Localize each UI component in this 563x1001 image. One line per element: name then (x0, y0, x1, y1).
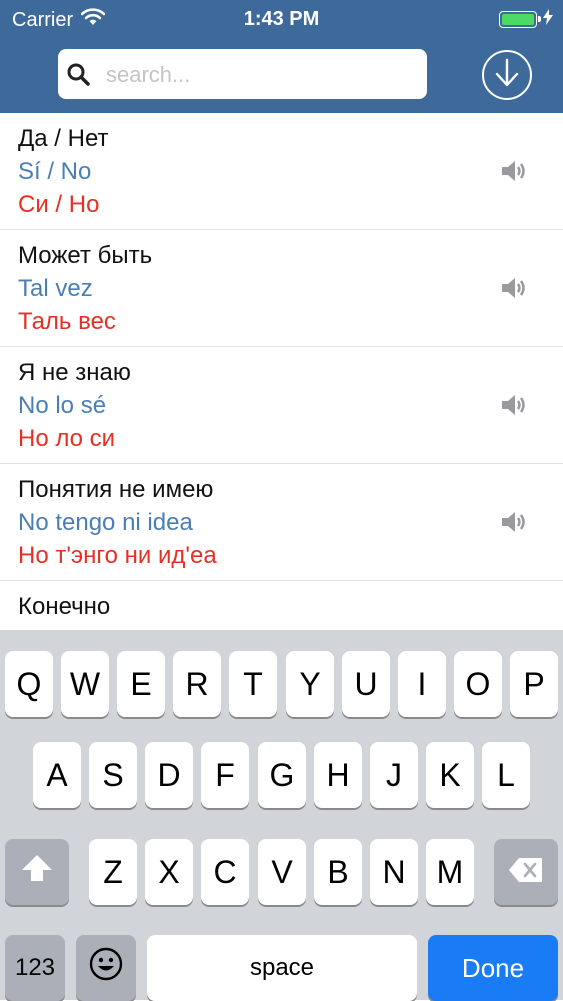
keyboard: Q W E R T Y U I O P A S D F G H J K L Z … (0, 630, 563, 1001)
spanish-text: No tengo ni idea (18, 509, 193, 536)
battery-icon (499, 11, 541, 28)
key-e[interactable]: E (117, 651, 165, 717)
battery-level (502, 14, 534, 25)
status-bar: Carrier 1:43 PM (0, 0, 563, 40)
spanish-text: Sí / No (18, 158, 92, 185)
list-item[interactable]: Да / Нет Sí / No Си / Но (0, 113, 563, 230)
spanish-text: Tal vez (18, 275, 93, 302)
search-icon (66, 62, 90, 91)
key-h[interactable]: H (314, 742, 362, 808)
key-w[interactable]: W (61, 651, 109, 717)
list-item[interactable]: Может быть Tal vez Таль вес (0, 230, 563, 347)
key-o[interactable]: O (454, 651, 502, 717)
key-r[interactable]: R (173, 651, 221, 717)
speaker-icon[interactable] (500, 393, 530, 422)
key-m[interactable]: M (426, 839, 474, 905)
transcription-text: Си / Но (18, 191, 100, 218)
key-j[interactable]: J (370, 742, 418, 808)
search-input[interactable] (104, 49, 418, 101)
header: Carrier 1:43 PM (0, 0, 563, 113)
speaker-icon[interactable] (500, 510, 530, 539)
speaker-icon[interactable] (500, 276, 530, 305)
key-q[interactable]: Q (5, 651, 53, 717)
key-z[interactable]: Z (89, 839, 137, 905)
key-g[interactable]: G (258, 742, 306, 808)
list-item[interactable]: Понятия не имею No tengo ni idea Но т'эн… (0, 464, 563, 581)
key-c[interactable]: C (201, 839, 249, 905)
shift-icon (20, 853, 54, 891)
emoji-icon (89, 947, 123, 989)
spanish-text: No lo sé (18, 392, 107, 419)
done-key[interactable]: Done (428, 935, 558, 1001)
russian-text: Может быть (18, 242, 153, 269)
key-y[interactable]: Y (286, 651, 334, 717)
russian-text: Конечно (18, 593, 111, 620)
russian-text: Я не знаю (18, 359, 131, 386)
key-n[interactable]: N (370, 839, 418, 905)
russian-text: Да / Нет (18, 125, 109, 152)
key-u[interactable]: U (342, 651, 390, 717)
key-a[interactable]: A (33, 742, 81, 808)
key-b[interactable]: B (314, 839, 362, 905)
key-s[interactable]: S (89, 742, 137, 808)
list-item[interactable]: Я не знаю No lo sé Но ло си (0, 347, 563, 464)
key-k[interactable]: K (426, 742, 474, 808)
key-i[interactable]: I (398, 651, 446, 717)
search-box[interactable] (58, 49, 427, 101)
battery-group (499, 9, 553, 30)
emoji-key[interactable] (76, 935, 136, 1001)
charging-icon (543, 9, 553, 30)
download-button[interactable] (482, 50, 532, 100)
download-icon (494, 58, 520, 93)
key-d[interactable]: D (145, 742, 193, 808)
key-l[interactable]: L (482, 742, 530, 808)
key-f[interactable]: F (201, 742, 249, 808)
backspace-icon (508, 854, 544, 891)
space-key[interactable]: space (147, 935, 417, 1001)
russian-text: Понятия не имею (18, 476, 214, 503)
key-v[interactable]: V (258, 839, 306, 905)
numbers-key[interactable]: 123 (5, 935, 65, 1001)
backspace-key[interactable] (494, 839, 558, 905)
transcription-text: Но т'энго ни ид'еа (18, 542, 217, 569)
clock: 1:43 PM (243, 8, 320, 30)
transcription-text: Таль вес (18, 308, 116, 335)
key-t[interactable]: T (229, 651, 277, 717)
phrase-list: Да / Нет Sí / No Си / Но Может быть Tal … (0, 113, 563, 698)
transcription-text: Но ло си (18, 425, 116, 452)
shift-key[interactable] (5, 839, 69, 905)
speaker-icon[interactable] (500, 159, 530, 188)
key-p[interactable]: P (510, 651, 558, 717)
key-x[interactable]: X (145, 839, 193, 905)
